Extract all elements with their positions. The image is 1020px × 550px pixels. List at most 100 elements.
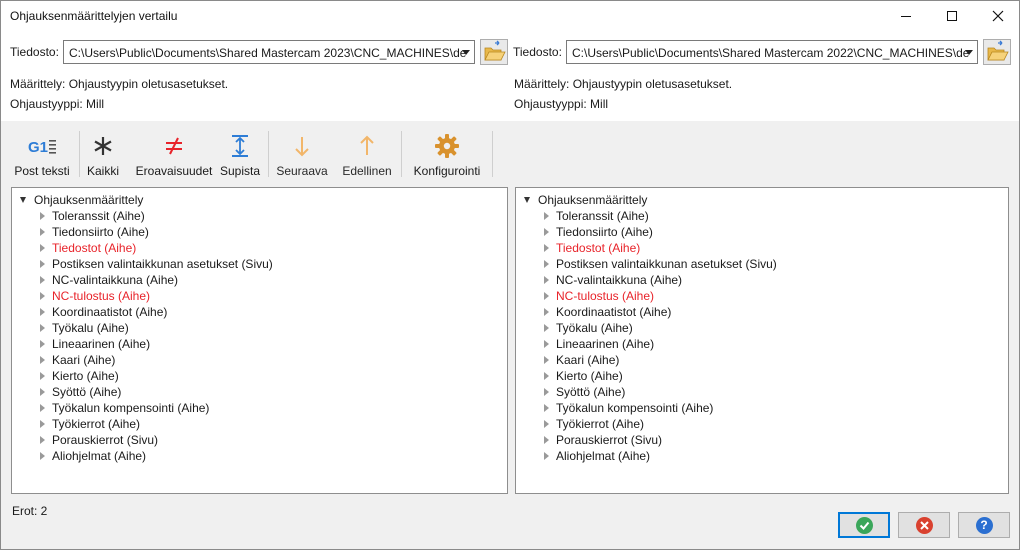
expand-triangle-icon[interactable] xyxy=(40,244,45,252)
toolbar-divider xyxy=(268,131,269,177)
arrow-down-icon xyxy=(287,131,317,161)
left-tree-view[interactable]: Ohjauksenmäärittely Toleranssit (Aihe) Ti… xyxy=(11,187,508,494)
expand-triangle-icon[interactable] xyxy=(544,308,549,316)
expand-triangle-icon[interactable] xyxy=(544,276,549,284)
tree-item[interactable]: Kaari (Aihe) xyxy=(40,352,115,368)
all-button[interactable]: Kaikki xyxy=(85,125,121,181)
ok-button[interactable] xyxy=(838,512,890,538)
expand-triangle-icon[interactable] xyxy=(544,340,549,348)
toolbar-divider xyxy=(79,131,80,177)
expand-triangle-icon[interactable] xyxy=(40,452,45,460)
expand-triangle-icon[interactable] xyxy=(544,452,549,460)
tree-item[interactable]: NC-tulostus (Aihe) xyxy=(40,288,150,304)
toolbar-divider xyxy=(401,131,402,177)
tree-item-label: Tiedostot (Aihe) xyxy=(556,241,641,255)
tree-item[interactable]: Postiksen valintaikkunan asetukset (Sivu… xyxy=(40,256,273,272)
help-button[interactable]: ? xyxy=(958,512,1010,538)
expand-triangle-icon[interactable] xyxy=(40,388,45,396)
tree-item-label: Koordinaatistot (Aihe) xyxy=(556,305,672,319)
expand-triangle-icon[interactable] xyxy=(40,372,45,380)
expand-triangle-icon[interactable] xyxy=(40,292,45,300)
previous-button[interactable]: Edellinen xyxy=(339,125,395,181)
next-button[interactable]: Seuraava xyxy=(275,125,329,181)
tree-item[interactable]: Kaari (Aihe) xyxy=(544,352,619,368)
tree-item[interactable]: Työkierrot (Aihe) xyxy=(544,416,644,432)
expand-triangle-icon[interactable] xyxy=(544,244,549,252)
tree-item[interactable]: Postiksen valintaikkunan asetukset (Sivu… xyxy=(544,256,777,272)
expand-triangle-icon[interactable] xyxy=(544,212,549,220)
tree-item[interactable]: Kierto (Aihe) xyxy=(544,368,623,384)
expand-triangle-icon[interactable] xyxy=(544,404,549,412)
collapse-button[interactable]: Supista xyxy=(219,125,261,181)
tree-item[interactable]: Aliohjelmat (Aihe) xyxy=(40,448,146,464)
tree-item[interactable]: Tiedostot (Aihe) xyxy=(544,240,640,256)
expand-triangle-icon[interactable] xyxy=(40,212,45,220)
expand-triangle-icon[interactable] xyxy=(40,324,45,332)
tree-item[interactable]: Toleranssit (Aihe) xyxy=(544,208,649,224)
expand-triangle-icon[interactable] xyxy=(544,356,549,364)
tree-item[interactable]: Työkalun kompensointi (Aihe) xyxy=(544,400,713,416)
tree-item-label: Toleranssit (Aihe) xyxy=(556,209,649,223)
expand-triangle-icon[interactable] xyxy=(544,372,549,380)
tree-item[interactable]: Koordinaatistot (Aihe) xyxy=(544,304,671,320)
configuration-button[interactable]: Konfigurointi xyxy=(407,125,487,181)
tree-root[interactable]: Ohjauksenmäärittely xyxy=(522,192,647,208)
maximize-button[interactable] xyxy=(929,1,975,31)
tree-root[interactable]: Ohjauksenmäärittely xyxy=(18,192,143,208)
tree-item[interactable]: Syöttö (Aihe) xyxy=(40,384,121,400)
expand-triangle-icon[interactable] xyxy=(544,436,549,444)
expand-triangle-icon[interactable] xyxy=(544,324,549,332)
right-file-combo[interactable]: C:\Users\Public\Documents\Shared Masterc… xyxy=(566,40,978,64)
expand-triangle-icon[interactable] xyxy=(40,404,45,412)
expand-triangle-icon[interactable] xyxy=(544,292,549,300)
expand-triangle-icon[interactable] xyxy=(544,228,549,236)
tree-root-label: Ohjauksenmäärittely xyxy=(538,193,648,207)
tree-item[interactable]: Kierto (Aihe) xyxy=(40,368,119,384)
differences-button[interactable]: Eroavaisuudet xyxy=(135,125,213,181)
tree-item-label: Tiedostot (Aihe) xyxy=(52,241,137,255)
right-control-type: Ohjaustyyppi: Mill xyxy=(514,97,608,111)
collapse-triangle-icon[interactable] xyxy=(524,197,530,203)
left-file-combo[interactable]: C:\Users\Public\Documents\Shared Masterc… xyxy=(63,40,475,64)
expand-triangle-icon[interactable] xyxy=(40,260,45,268)
post-text-icon: G1 xyxy=(27,131,57,161)
tree-item[interactable]: Lineaarinen (Aihe) xyxy=(544,336,654,352)
tree-item[interactable]: Tiedonsiirto (Aihe) xyxy=(40,224,149,240)
tree-item[interactable]: Tiedostot (Aihe) xyxy=(40,240,136,256)
tree-item-label: Aliohjelmat (Aihe) xyxy=(556,449,651,463)
tree-item[interactable]: NC-valintaikkuna (Aihe) xyxy=(544,272,682,288)
expand-triangle-icon[interactable] xyxy=(40,276,45,284)
expand-triangle-icon[interactable] xyxy=(40,308,45,316)
expand-triangle-icon[interactable] xyxy=(40,436,45,444)
tree-item[interactable]: Porauskierrot (Sivu) xyxy=(544,432,662,448)
expand-triangle-icon[interactable] xyxy=(40,228,45,236)
post-text-button[interactable]: G1 Post teksti xyxy=(9,125,75,181)
tree-item[interactable]: Lineaarinen (Aihe) xyxy=(40,336,150,352)
right-tree-view[interactable]: Ohjauksenmäärittely Toleranssit (Aihe) Ti… xyxy=(515,187,1009,494)
tree-item[interactable]: Porauskierrot (Sivu) xyxy=(40,432,158,448)
tree-item[interactable]: Aliohjelmat (Aihe) xyxy=(544,448,650,464)
tree-item[interactable]: NC-tulostus (Aihe) xyxy=(544,288,654,304)
tree-item[interactable]: Tiedonsiirto (Aihe) xyxy=(544,224,653,240)
tree-item[interactable]: Työkierrot (Aihe) xyxy=(40,416,140,432)
tree-item[interactable]: Toleranssit (Aihe) xyxy=(40,208,145,224)
tree-item[interactable]: Koordinaatistot (Aihe) xyxy=(40,304,167,320)
tree-item[interactable]: Työkalu (Aihe) xyxy=(544,320,633,336)
all-label: Kaikki xyxy=(86,164,119,178)
right-browse-button[interactable] xyxy=(983,39,1011,65)
minimize-button[interactable] xyxy=(883,1,929,31)
expand-triangle-icon[interactable] xyxy=(544,388,549,396)
expand-triangle-icon[interactable] xyxy=(40,356,45,364)
tree-item[interactable]: Työkalu (Aihe) xyxy=(40,320,129,336)
expand-triangle-icon[interactable] xyxy=(40,340,45,348)
close-button[interactable] xyxy=(975,1,1020,31)
tree-item[interactable]: NC-valintaikkuna (Aihe) xyxy=(40,272,178,288)
expand-triangle-icon[interactable] xyxy=(40,420,45,428)
collapse-triangle-icon[interactable] xyxy=(20,197,26,203)
expand-triangle-icon[interactable] xyxy=(544,420,549,428)
left-browse-button[interactable] xyxy=(480,39,508,65)
tree-item[interactable]: Työkalun kompensointi (Aihe) xyxy=(40,400,209,416)
cancel-button[interactable] xyxy=(898,512,950,538)
tree-item[interactable]: Syöttö (Aihe) xyxy=(544,384,625,400)
expand-triangle-icon[interactable] xyxy=(544,260,549,268)
